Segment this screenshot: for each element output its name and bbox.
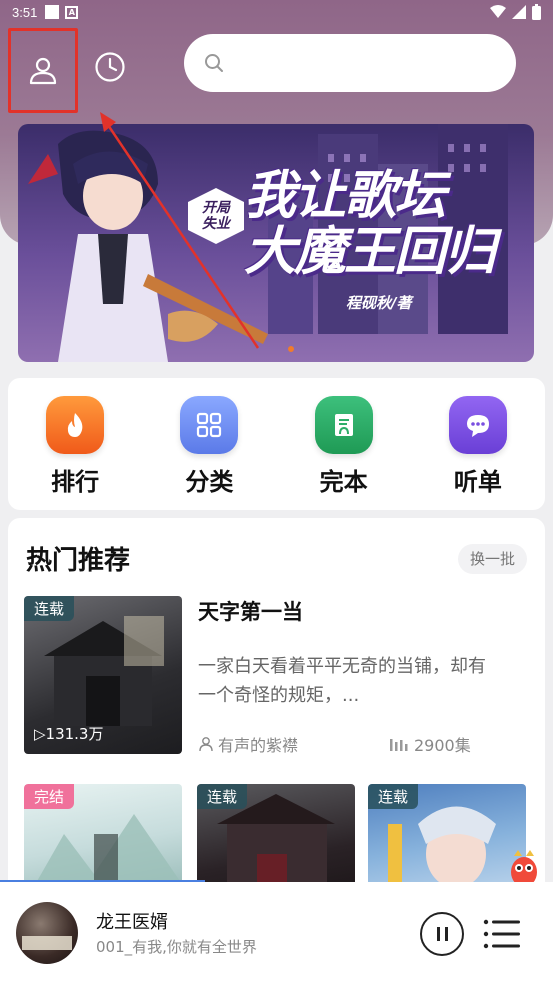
notification-icon xyxy=(45,5,60,19)
status-time: 3:51 xyxy=(12,4,38,20)
episodes-label: 2900集 xyxy=(414,736,471,755)
banner-dot-active xyxy=(288,346,294,352)
playlist-icon[interactable] xyxy=(482,916,522,952)
featured-book[interactable]: 连载 ▷131.3万 天字第一当 一家白天看着平平无奇的当铺，却有一个奇怪的规矩… xyxy=(24,596,529,756)
user-icon xyxy=(29,57,57,84)
flame-icon xyxy=(46,396,105,454)
mini-player[interactable]: 龙王医婿 001_有我,你就有全世界 xyxy=(0,882,553,984)
menu-label-playlist: 听单 xyxy=(453,468,502,496)
pause-icon xyxy=(436,927,440,941)
book-title[interactable]: 天字第一当 xyxy=(198,596,303,626)
app-notification-icon: A xyxy=(65,5,79,19)
refresh-batch-button[interactable]: 换一批 xyxy=(457,544,527,574)
category-menu: 排行 分类 完本 听单 xyxy=(8,378,545,510)
promo-banner[interactable]: 开局 失业 我让歌坛 大魔王回归 程砚秋/著 xyxy=(18,124,534,362)
book-headphones-icon xyxy=(314,396,373,454)
bars-icon xyxy=(390,739,408,751)
search-icon xyxy=(205,54,223,72)
wifi-icon xyxy=(490,5,506,18)
status-bar: 3:51 A xyxy=(0,0,553,24)
menu-item-playlist[interactable]: 听单 xyxy=(428,396,528,497)
signal-icon xyxy=(512,5,526,19)
user-profile-button[interactable] xyxy=(8,28,78,113)
search-input[interactable] xyxy=(234,54,494,72)
book-author: 有声的紫襟 xyxy=(198,732,298,756)
menu-item-category[interactable]: 分类 xyxy=(159,396,259,497)
menu-item-completed[interactable]: 完本 xyxy=(294,396,394,497)
book-cover[interactable]: 连载 ▷131.3万 xyxy=(24,596,182,754)
section-title: 热门推荐 xyxy=(26,546,131,576)
banner-pagination xyxy=(288,346,294,352)
banner-title: 我让歌坛 大魔王回归 xyxy=(244,166,496,282)
status-badge: 连载 xyxy=(24,596,75,621)
cover-artwork xyxy=(22,936,72,950)
book-description: 一家白天看着平平无奇的当铺，却有一个奇怪的规矩，... xyxy=(198,656,486,706)
pause-button[interactable] xyxy=(420,912,464,956)
history-button[interactable] xyxy=(88,45,132,89)
play-count: ▷131.3万 xyxy=(34,725,104,743)
grid-icon xyxy=(180,396,239,454)
status-badge: 连载 xyxy=(197,784,248,809)
now-playing-cover[interactable] xyxy=(16,902,78,964)
menu-label-completed: 完本 xyxy=(319,468,368,496)
menu-label-ranking: 排行 xyxy=(51,468,100,496)
chat-bubble-icon xyxy=(448,396,507,454)
pause-icon-bar xyxy=(444,927,448,941)
hot-recommendations: 热门推荐 换一批 连载 ▷131.3万 天字第一当 一家白天看着平平无奇的当铺，… xyxy=(8,518,545,918)
menu-label-category: 分类 xyxy=(185,468,234,496)
now-playing-title: 龙王医婿 xyxy=(96,912,168,933)
episode-count: 2900集 xyxy=(390,732,471,756)
clock-icon xyxy=(95,52,125,82)
narrator-icon xyxy=(199,737,213,752)
now-playing-episode: 001_有我,你就有全世界 xyxy=(96,938,257,956)
status-badge: 连载 xyxy=(368,784,419,809)
battery-icon xyxy=(532,4,541,20)
menu-item-ranking[interactable]: 排行 xyxy=(25,396,125,497)
author-name: 有声的紫襟 xyxy=(218,736,299,755)
status-badge: 完结 xyxy=(24,784,75,809)
search-bar[interactable] xyxy=(184,34,516,92)
banner-author: 程砚秋/著 xyxy=(346,294,412,312)
